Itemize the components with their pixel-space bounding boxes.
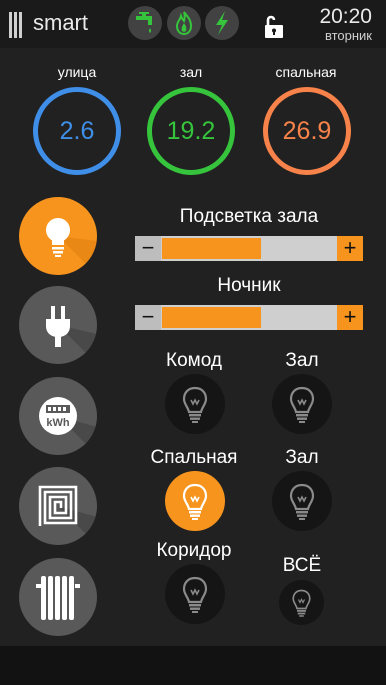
lamp-label-hall-2: Зал [285,447,319,468]
plug-icon [46,306,97,364]
slider-fill [162,238,261,259]
increase-button[interactable]: + [337,305,363,330]
radiators-button[interactable] [19,558,97,636]
menu-icon[interactable] [9,12,23,38]
temp-label-bedroom: спальная [275,64,337,80]
floor-heating-button[interactable] [19,467,97,545]
dimmer-label-hall-backlight: Подсветка зала [179,206,319,227]
lightbulb-icon [182,386,208,423]
dimmer-label-nightlight: Ночник [217,275,281,296]
meter-kwh-text: kWh [46,417,70,429]
lamp-toggle-hall[interactable] [272,374,332,434]
lightbulb-icon [182,483,208,520]
floor-heating-icon [38,485,97,545]
sockets-button[interactable] [19,286,97,364]
lamp-label-all: ВСЁ [282,555,322,576]
temp-gauge-bedroom[interactable]: 26.9 [263,87,351,175]
unlock-icon[interactable] [260,12,288,40]
lamp-toggle-corridor[interactable] [165,564,225,624]
lightbulb-icon [289,386,315,423]
dimmer-slider-nightlight[interactable]: − + [135,305,363,330]
clock-time: 20:20 [319,5,372,28]
lamp-toggle-bedroom[interactable] [165,471,225,531]
clock-weekday: вторник [324,28,372,43]
dimmer-slider-hall-backlight[interactable]: − + [135,236,363,261]
water-tap-icon[interactable] [128,6,162,40]
lamp-toggle-all[interactable] [279,580,324,625]
temp-label-outside: улица [57,64,97,80]
temp-gauge-hall[interactable]: 19.2 [147,87,235,175]
decrease-button[interactable]: − [135,236,161,261]
decrease-button[interactable]: − [135,305,161,330]
flame-icon[interactable] [167,6,201,40]
energy-meter-button[interactable]: kWh [19,377,97,455]
lamp-toggle-dresser[interactable] [165,374,225,434]
bottom-bar [0,646,386,685]
radiator-icon [36,576,80,620]
lightbulb-icon [292,589,311,617]
slider-fill [162,307,261,328]
temp-gauge-outside[interactable]: 2.6 [33,87,121,175]
lamp-label-hall: Зал [285,350,319,371]
lightbulb-icon [289,483,315,520]
lightning-icon[interactable] [205,6,239,40]
temp-label-hall: зал [179,64,203,80]
lamp-toggle-hall-2[interactable] [272,471,332,531]
top-bar: smart 20:20 вторник [0,0,386,48]
lighting-button[interactable] [19,197,97,275]
lightbulb-icon [182,576,208,613]
app-title: smart [33,10,88,35]
electricity-meter-icon: kWh [39,397,97,455]
lightbulb-icon [46,218,97,275]
increase-button[interactable]: + [337,236,363,261]
